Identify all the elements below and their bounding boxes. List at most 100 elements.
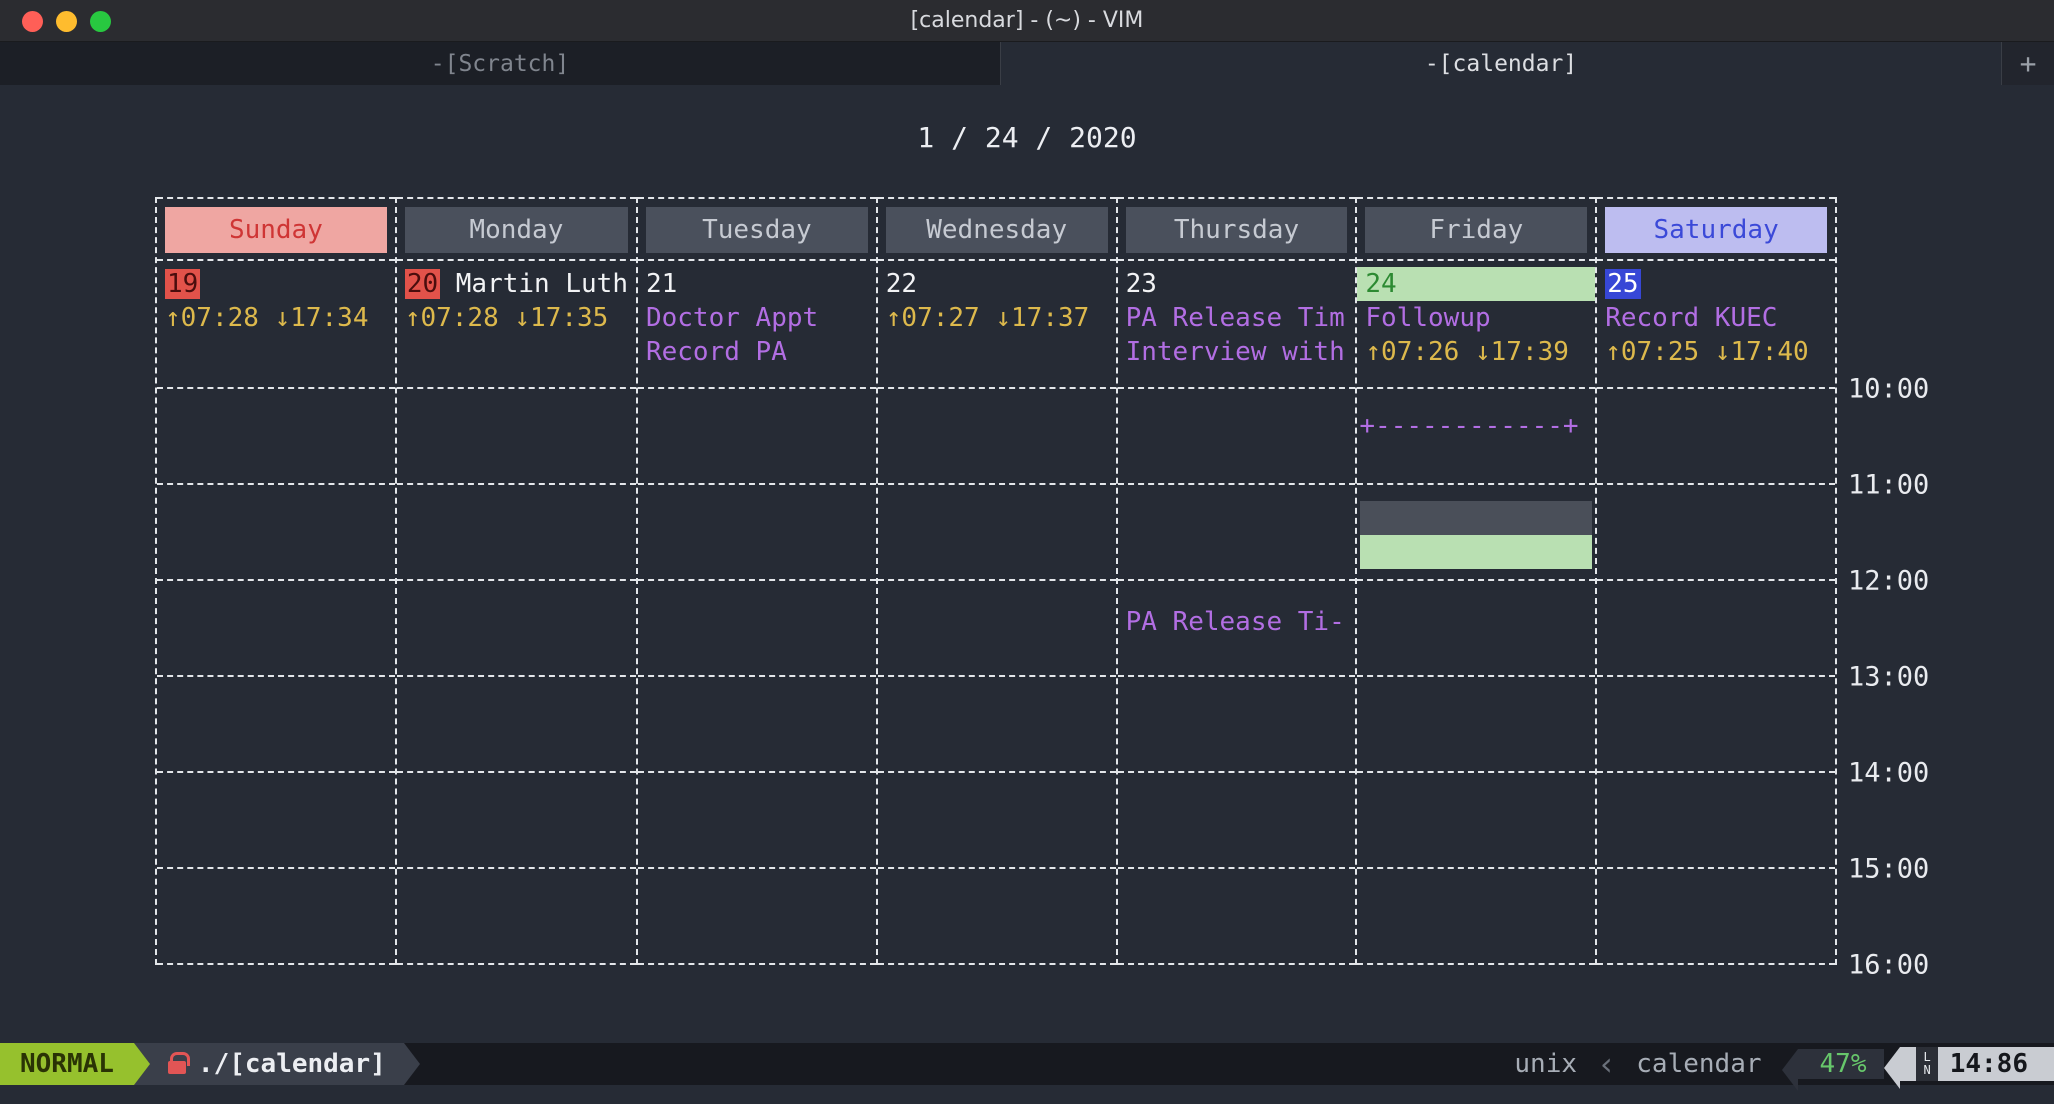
day-cell-sunday[interactable]: 19 ↑07:28 ↓17:34 [157,261,395,389]
day-cell-saturday[interactable]: 25 Record KUEC ↑07:25 ↓17:40 [1597,261,1835,389]
day-cell-thursday[interactable]: 23 PA Release Tim Interview with [1118,261,1356,389]
event-label: Interview with [1126,335,1348,369]
hour-cell[interactable] [878,677,1116,773]
hour-cell[interactable] [157,869,395,965]
hour-cell[interactable] [638,389,876,485]
hour-cell[interactable] [1597,869,1835,965]
day-header-wednesday: Wednesday [878,197,1116,261]
hour-cell[interactable] [1357,773,1595,869]
hour-cell[interactable] [157,581,395,677]
hour-cell[interactable] [1357,869,1595,965]
cursor-position: 14:86 [1950,1049,2028,1079]
time-label: 13:00 [1848,662,1929,693]
sunrise-sunset: ↑07:27 ↓17:37 [886,301,1108,335]
lock-icon [168,1061,186,1074]
event-label: Doctor Appt [646,301,868,335]
time-label: 12:00 [1848,566,1929,597]
hour-cell[interactable] [1597,581,1835,677]
day-header-label: Sunday [165,207,387,253]
hour-cell[interactable] [1118,677,1356,773]
hour-cell[interactable]: PA Release Ti- [1118,581,1356,677]
hour-cell[interactable] [878,773,1116,869]
minimize-button[interactable] [56,11,77,32]
hour-cell[interactable] [878,869,1116,965]
hour-cell[interactable] [1357,677,1595,773]
hour-cell[interactable] [1597,485,1835,581]
day-header-tuesday: Tuesday [638,197,876,261]
hour-cell[interactable] [1597,677,1835,773]
day-header-label: Friday [1365,207,1587,253]
time-label: 15:00 [1848,854,1929,885]
current-time-block [1360,535,1592,569]
zoom-button[interactable] [90,11,111,32]
hour-cell[interactable] [157,677,395,773]
day-header-thursday: Thursday [1118,197,1356,261]
day-cell-tuesday[interactable]: 21 Doctor Appt Record PA [638,261,876,389]
hour-cell[interactable] [1118,869,1356,965]
traffic-lights [22,11,111,32]
day-header-monday: Monday [397,197,636,261]
event-outline: +------------+ [1359,411,1578,441]
hour-cell[interactable] [878,581,1116,677]
time-label: 14:00 [1848,758,1929,789]
window-title: [calendar] - (~) - VIM [911,8,1144,33]
titlebar: [calendar] - (~) - VIM [0,0,2054,42]
day-cell-wednesday[interactable]: 22 ↑07:27 ↓17:37 [878,261,1116,389]
hour-cell[interactable] [157,773,395,869]
hour-cell[interactable] [638,581,876,677]
hour-cell[interactable] [1597,389,1835,485]
scroll-percent: 47% [1798,1049,1885,1079]
hour-cell[interactable] [638,869,876,965]
hour-cell[interactable] [157,485,395,581]
hour-cell[interactable] [397,581,636,677]
file-type: calendar [1636,1049,1761,1079]
hour-cell[interactable] [1118,773,1356,869]
hour-cell[interactable] [638,773,876,869]
day-header-label: Monday [405,207,628,253]
cursor-block [1360,501,1592,535]
hour-cell[interactable] [1597,773,1835,869]
day-column-thursday: Thursday 23 PA Release Tim Interview wit… [1116,197,1356,965]
event-label: Record PA [646,335,868,369]
status-bar: NORMAL ./[calendar] unix ‹ calendar 47% … [0,1043,2054,1085]
hour-cell[interactable]: +------------+ [1357,389,1595,485]
tab-calendar[interactable]: -[calendar] [1001,42,2001,85]
mode-indicator: NORMAL [0,1043,134,1085]
date-badge: 23 [1126,267,1348,301]
new-tab-button[interactable]: + [2001,42,2054,85]
sunrise-sunset: ↑07:28 ↓17:34 [165,301,387,335]
hour-cell[interactable] [397,485,636,581]
line-number-symbol: L N [1916,1047,1937,1081]
day-column-sunday: Sunday 19 ↑07:28 ↓17:34 [155,197,395,965]
day-header-friday: Friday [1357,197,1595,261]
hour-cell[interactable] [1357,485,1595,581]
date-badge: 19 [165,269,200,299]
date-badge: 22 [886,267,1108,301]
day-column-wednesday: Wednesday 22 ↑07:27 ↓17:37 [876,197,1116,965]
sunrise-sunset: ↑07:25 ↓17:40 [1605,335,1827,369]
close-button[interactable] [22,11,43,32]
day-header-label: Tuesday [646,207,868,253]
hour-cell[interactable] [397,773,636,869]
hour-cell[interactable] [638,485,876,581]
event-label: PA Release Tim [1126,301,1348,335]
hour-cell[interactable] [1118,485,1356,581]
selected-date-badge: 25 [1605,269,1640,299]
hour-cell[interactable] [878,389,1116,485]
filename: ./[calendar] [198,1049,386,1079]
day-header-saturday: Saturday [1597,197,1835,261]
tab-scratch[interactable]: -[Scratch] [0,42,1001,85]
hour-cell[interactable] [397,389,636,485]
hour-cell[interactable] [1357,581,1595,677]
editor-area: 1 / 24 / 2020 Sunday 19 ↑07:28 ↓17:34 Mo… [0,85,2054,1104]
day-header-label: Saturday [1605,207,1827,253]
hour-cell[interactable] [157,389,395,485]
day-cell-monday[interactable]: 20 Martin Luth ↑07:28 ↓17:35 [397,261,636,389]
hour-cell[interactable] [397,869,636,965]
day-cell-friday[interactable]: 24 Followup ↑07:26 ↓17:39 [1357,261,1595,389]
hour-cell[interactable] [1118,389,1356,485]
day-column-saturday: Saturday 25 Record KUEC ↑07:25 ↓17:40 [1595,197,1837,965]
hour-cell[interactable] [638,677,876,773]
hour-cell[interactable] [878,485,1116,581]
hour-cell[interactable] [397,677,636,773]
